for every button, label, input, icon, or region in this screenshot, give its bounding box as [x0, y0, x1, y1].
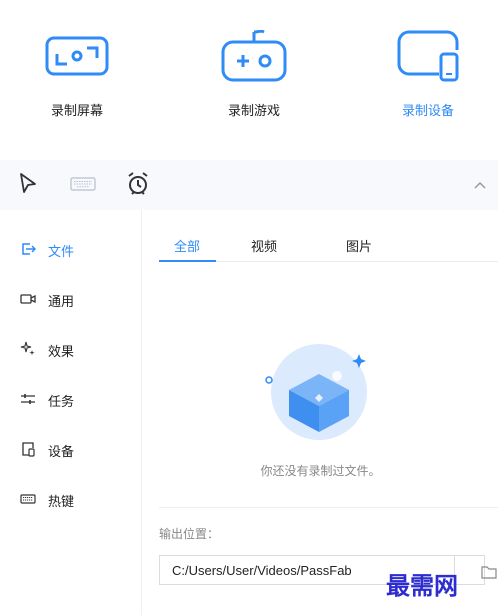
folder-icon[interactable] — [481, 565, 497, 579]
divider — [159, 507, 498, 508]
sidebar-item-general[interactable]: 通用 — [0, 284, 142, 314]
sidebar-item-hotkeys[interactable]: 热键 — [0, 484, 142, 514]
screen-record-icon — [45, 36, 109, 76]
mode-record-game[interactable]: 录制游戏 — [194, 30, 314, 130]
tab-underline — [159, 260, 216, 262]
keyboard-icon[interactable] — [70, 177, 96, 191]
sidebar-item-label: 热键 — [48, 494, 75, 509]
empty-message: 你还没有录制过文件。 — [260, 464, 381, 478]
mode-label: 录制游戏 — [227, 103, 280, 118]
sidebar-item-label: 效果 — [48, 344, 75, 359]
gamepad-icon — [221, 30, 287, 82]
sparkle-icon — [20, 341, 35, 356]
file-tabs: 全部 视频 图片 — [159, 232, 498, 262]
file-export-icon — [22, 243, 36, 255]
sidebar-item-label: 设备 — [48, 444, 75, 459]
sidebar-item-tasks[interactable]: 任务 — [0, 384, 142, 414]
file-panel: 全部 视频 图片 你还没有录制过文件。 输出位置： C:/Users/User/… — [143, 210, 498, 615]
mode-bar: 录制屏幕 录制游戏 录制设备 — [0, 0, 498, 160]
sidebar-item-label: 文件 — [48, 244, 75, 259]
output-location-label: 输出位置： — [159, 527, 220, 541]
tab-all[interactable]: 全部 — [174, 236, 200, 255]
mode-record-device[interactable]: 录制设备 — [368, 30, 488, 130]
mode-label: 录制设备 — [401, 103, 454, 118]
device-icon — [397, 30, 459, 82]
watermark-logo: 最需网 — [386, 571, 458, 600]
sliders-icon — [21, 394, 35, 404]
sidebar-item-effects[interactable]: 效果 — [0, 334, 142, 364]
mode-label: 录制屏幕 — [50, 103, 103, 118]
cursor-icon[interactable] — [18, 172, 38, 194]
tab-video[interactable]: 视频 — [251, 236, 277, 255]
sidebar-item-label: 通用 — [48, 294, 75, 309]
camera-icon — [20, 294, 36, 304]
toolbar — [0, 160, 498, 210]
keyboard-icon — [20, 494, 36, 504]
alarm-clock-icon[interactable] — [126, 171, 150, 197]
empty-box-illustration — [265, 344, 367, 440]
sidebar-item-files[interactable]: 文件 — [0, 234, 142, 264]
sidebar: 文件 通用 效果 任务 设备 热键 — [0, 210, 142, 615]
mode-record-screen[interactable]: 录制屏幕 — [17, 30, 137, 130]
sidebar-item-label: 任务 — [48, 394, 75, 409]
chevron-up-icon[interactable] — [473, 180, 487, 190]
sidebar-item-device[interactable]: 设备 — [0, 434, 142, 464]
device-icon — [22, 442, 35, 457]
tab-image[interactable]: 图片 — [346, 236, 372, 255]
